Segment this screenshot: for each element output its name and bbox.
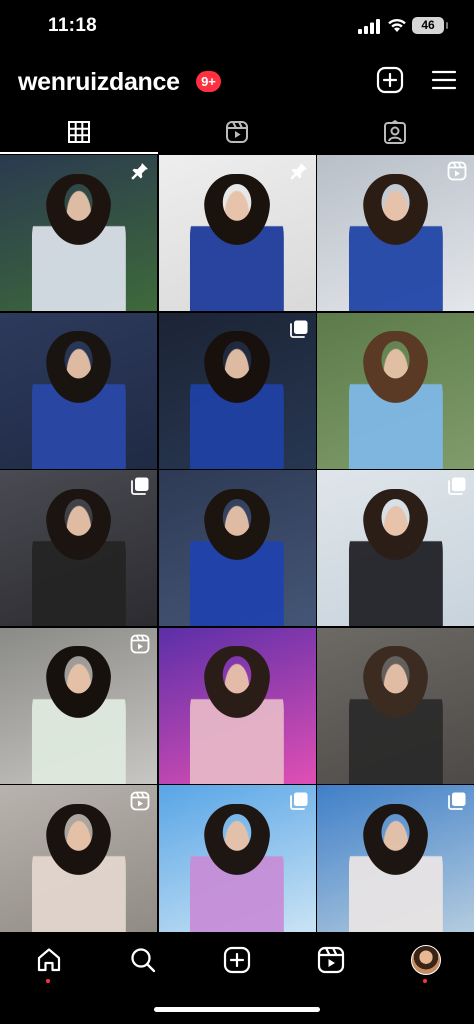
post-thumbnail[interactable] xyxy=(158,627,316,784)
post-thumbnail[interactable] xyxy=(317,627,474,784)
reels-icon xyxy=(226,121,248,143)
tab-tagged[interactable] xyxy=(316,110,474,154)
carousel-icon xyxy=(447,476,467,496)
post-thumbnail[interactable] xyxy=(0,312,157,469)
reels-icon xyxy=(130,791,150,811)
post-thumbnail[interactable] xyxy=(317,785,474,932)
post-thumbnail[interactable] xyxy=(0,627,157,784)
battery-icon: 46 xyxy=(412,17,444,34)
hamburger-menu-icon[interactable] xyxy=(430,66,458,94)
wifi-icon xyxy=(388,18,406,32)
home-indicator xyxy=(154,1007,320,1012)
post-thumbnail[interactable] xyxy=(317,155,474,311)
post-subject-hair xyxy=(204,173,270,246)
post-subject-hair xyxy=(204,646,270,718)
tagged-person-icon xyxy=(384,120,406,144)
post-subject-hair xyxy=(45,331,112,403)
post-subject-hair xyxy=(204,331,270,403)
search-icon xyxy=(131,948,156,973)
carousel-icon xyxy=(289,791,309,811)
posts-grid xyxy=(0,155,474,932)
reels-icon xyxy=(447,161,467,181)
post-thumbnail[interactable] xyxy=(158,312,316,469)
post-subject-hair xyxy=(45,646,112,718)
post-subject-hair xyxy=(362,173,429,246)
nav-search[interactable] xyxy=(127,944,159,976)
post-subject-hair xyxy=(362,331,429,403)
status-time: 11:18 xyxy=(48,15,98,36)
grid-icon xyxy=(68,121,90,143)
post-thumbnail[interactable] xyxy=(158,470,316,626)
post-subject-hair xyxy=(45,803,112,876)
carousel-icon xyxy=(289,319,309,339)
notifications-badge[interactable]: 9+ xyxy=(196,71,221,92)
post-subject-hair xyxy=(362,803,429,876)
post-subject-hair xyxy=(362,646,429,718)
post-subject-hair xyxy=(204,488,270,561)
post-subject-hair xyxy=(45,488,112,561)
nav-reels[interactable] xyxy=(315,944,347,976)
post-thumbnail[interactable] xyxy=(317,470,474,626)
post-thumbnail[interactable] xyxy=(0,785,157,932)
plus-square-icon[interactable] xyxy=(376,66,404,94)
reels-icon xyxy=(130,634,150,654)
post-thumbnail[interactable] xyxy=(317,312,474,469)
post-subject-hair xyxy=(45,173,112,246)
carousel-icon xyxy=(447,791,467,811)
tab-reels[interactable] xyxy=(158,110,316,154)
home-activity-dot xyxy=(46,979,50,983)
battery-tip xyxy=(446,22,448,29)
signal-icon xyxy=(358,19,380,34)
plus-square-icon xyxy=(223,946,251,974)
nav-create[interactable] xyxy=(221,944,253,976)
post-thumbnail[interactable] xyxy=(158,785,316,932)
profile-header: wenruizdance 9+ xyxy=(0,60,474,104)
active-tab-indicator xyxy=(0,152,158,154)
nav-home[interactable] xyxy=(33,944,65,976)
pin-icon xyxy=(289,161,309,181)
profile-username[interactable]: wenruizdance xyxy=(18,68,180,97)
reels-icon xyxy=(317,946,345,974)
profile-activity-dot xyxy=(423,979,427,983)
avatar[interactable] xyxy=(411,945,441,975)
post-thumbnail[interactable] xyxy=(0,470,157,626)
tab-grid[interactable] xyxy=(0,110,158,154)
carousel-icon xyxy=(130,476,150,496)
profile-tabs xyxy=(0,110,474,154)
post-subject-hair xyxy=(362,488,429,561)
post-thumbnail[interactable] xyxy=(158,155,316,311)
post-thumbnail[interactable] xyxy=(0,155,157,311)
home-icon xyxy=(37,948,61,972)
post-subject-hair xyxy=(204,803,270,876)
status-bar: 11:18 46 xyxy=(0,0,474,52)
pin-icon xyxy=(130,161,150,181)
